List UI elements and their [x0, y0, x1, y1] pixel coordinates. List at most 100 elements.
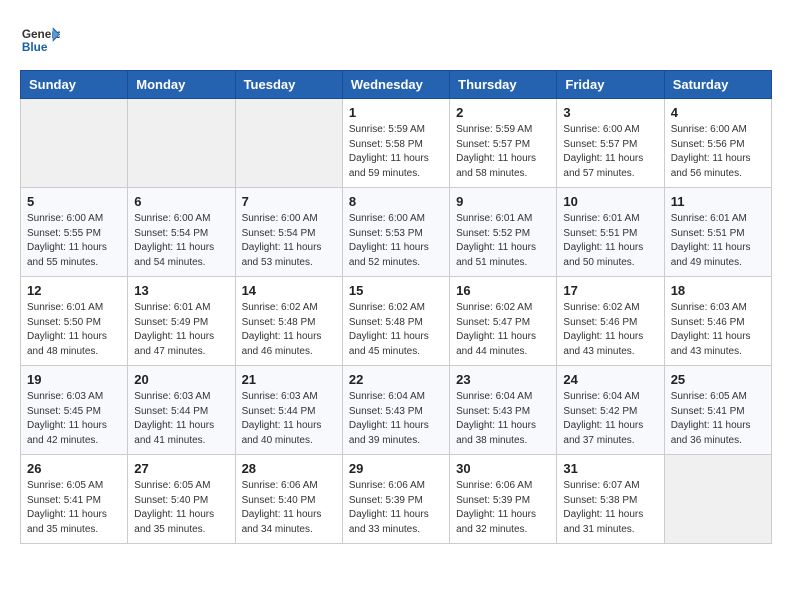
calendar-cell: 28 Sunrise: 6:06 AMSunset: 5:40 PMDayligh…: [235, 455, 342, 544]
calendar-cell: 24 Sunrise: 6:04 AMSunset: 5:42 PMDayligh…: [557, 366, 664, 455]
svg-text:Blue: Blue: [22, 40, 48, 54]
day-info: Sunrise: 6:02 AMSunset: 5:48 PMDaylight:…: [242, 301, 336, 359]
day-number: 16: [456, 283, 550, 298]
calendar-week-5: 26 Sunrise: 6:05 AMSunset: 5:41 PMDayligh…: [21, 455, 772, 544]
weekday-thursday: Thursday: [450, 71, 557, 99]
calendar-cell: 6 Sunrise: 6:00 AMSunset: 5:54 PMDaylight…: [128, 188, 235, 277]
day-info: Sunrise: 5:59 AMSunset: 5:58 PMDaylight:…: [349, 123, 443, 181]
calendar-cell: 31 Sunrise: 6:07 AMSunset: 5:38 PMDayligh…: [557, 455, 664, 544]
day-info: Sunrise: 6:05 AMSunset: 5:41 PMDaylight:…: [27, 479, 121, 537]
calendar-cell: 9 Sunrise: 6:01 AMSunset: 5:52 PMDaylight…: [450, 188, 557, 277]
calendar-cell: 5 Sunrise: 6:00 AMSunset: 5:55 PMDaylight…: [21, 188, 128, 277]
calendar-cell: 23 Sunrise: 6:04 AMSunset: 5:43 PMDayligh…: [450, 366, 557, 455]
calendar-cell: 15 Sunrise: 6:02 AMSunset: 5:48 PMDayligh…: [342, 277, 449, 366]
weekday-wednesday: Wednesday: [342, 71, 449, 99]
calendar-cell: 30Sunrise: 6:06 AMSunset: 5:39 PMDayligh…: [450, 455, 557, 544]
day-info: Sunrise: 6:01 AMSunset: 5:52 PMDaylight:…: [456, 212, 550, 270]
day-number: 25: [671, 372, 765, 387]
page-header: General Blue: [20, 20, 772, 60]
day-info: Sunrise: 6:03 AMSunset: 5:45 PMDaylight:…: [27, 390, 121, 448]
day-number: 19: [27, 372, 121, 387]
calendar-week-4: 19 Sunrise: 6:03 AMSunset: 5:45 PMDayligh…: [21, 366, 772, 455]
calendar-cell: 25 Sunrise: 6:05 AMSunset: 5:41 PMDayligh…: [664, 366, 771, 455]
calendar-cell: 3 Sunrise: 6:00 AMSunset: 5:57 PMDaylight…: [557, 99, 664, 188]
day-number: 12: [27, 283, 121, 298]
day-number: 28: [242, 461, 336, 476]
day-info: Sunrise: 6:02 AMSunset: 5:47 PMDaylight:…: [456, 301, 550, 359]
day-number: 23: [456, 372, 550, 387]
day-number: 3: [563, 105, 657, 120]
day-info: Sunrise: 6:01 AMSunset: 5:50 PMDaylight:…: [27, 301, 121, 359]
day-number: 8: [349, 194, 443, 209]
day-number: 15: [349, 283, 443, 298]
calendar-cell: 8 Sunrise: 6:00 AMSunset: 5:53 PMDaylight…: [342, 188, 449, 277]
day-info: Sunrise: 6:00 AMSunset: 5:54 PMDaylight:…: [242, 212, 336, 270]
calendar-cell: 21 Sunrise: 6:03 AMSunset: 5:44 PMDayligh…: [235, 366, 342, 455]
weekday-saturday: Saturday: [664, 71, 771, 99]
calendar-cell: 1 Sunrise: 5:59 AMSunset: 5:58 PMDaylight…: [342, 99, 449, 188]
day-info: Sunrise: 6:02 AMSunset: 5:48 PMDaylight:…: [349, 301, 443, 359]
day-info: Sunrise: 6:04 AMSunset: 5:42 PMDaylight:…: [563, 390, 657, 448]
day-number: 5: [27, 194, 121, 209]
day-info: Sunrise: 6:05 AMSunset: 5:40 PMDaylight:…: [134, 479, 228, 537]
calendar-table: SundayMondayTuesdayWednesdayThursdayFrid…: [20, 70, 772, 544]
day-info: Sunrise: 6:00 AMSunset: 5:53 PMDaylight:…: [349, 212, 443, 270]
day-info: Sunrise: 6:05 AMSunset: 5:41 PMDaylight:…: [671, 390, 765, 448]
day-number: 18: [671, 283, 765, 298]
calendar-week-2: 5 Sunrise: 6:00 AMSunset: 5:55 PMDaylight…: [21, 188, 772, 277]
day-number: 21: [242, 372, 336, 387]
calendar-cell: 29Sunrise: 6:06 AMSunset: 5:39 PMDayligh…: [342, 455, 449, 544]
day-info: Sunrise: 6:00 AMSunset: 5:54 PMDaylight:…: [134, 212, 228, 270]
day-number: 22: [349, 372, 443, 387]
weekday-header-row: SundayMondayTuesdayWednesdayThursdayFrid…: [21, 71, 772, 99]
weekday-friday: Friday: [557, 71, 664, 99]
day-number: 9: [456, 194, 550, 209]
calendar-cell: [664, 455, 771, 544]
day-info: Sunrise: 6:00 AMSunset: 5:57 PMDaylight:…: [563, 123, 657, 181]
day-info: Sunrise: 6:04 AMSunset: 5:43 PMDaylight:…: [456, 390, 550, 448]
day-info: Sunrise: 5:59 AMSunset: 5:57 PMDaylight:…: [456, 123, 550, 181]
day-info: Sunrise: 6:00 AMSunset: 5:55 PMDaylight:…: [27, 212, 121, 270]
day-number: 14: [242, 283, 336, 298]
calendar-week-3: 12 Sunrise: 6:01 AMSunset: 5:50 PMDayligh…: [21, 277, 772, 366]
calendar-cell: 16 Sunrise: 6:02 AMSunset: 5:47 PMDayligh…: [450, 277, 557, 366]
logo: General Blue: [20, 20, 64, 60]
day-info: Sunrise: 6:00 AMSunset: 5:56 PMDaylight:…: [671, 123, 765, 181]
weekday-sunday: Sunday: [21, 71, 128, 99]
day-number: 7: [242, 194, 336, 209]
calendar-cell: 20 Sunrise: 6:03 AMSunset: 5:44 PMDayligh…: [128, 366, 235, 455]
calendar-cell: 13Sunrise: 6:01 AMSunset: 5:49 PMDayligh…: [128, 277, 235, 366]
day-info: Sunrise: 6:01 AMSunset: 5:49 PMDaylight:…: [134, 301, 228, 359]
day-number: 6: [134, 194, 228, 209]
day-info: Sunrise: 6:03 AMSunset: 5:46 PMDaylight:…: [671, 301, 765, 359]
calendar-cell: [128, 99, 235, 188]
day-number: 24: [563, 372, 657, 387]
day-info: Sunrise: 6:06 AMSunset: 5:40 PMDaylight:…: [242, 479, 336, 537]
calendar-cell: 19 Sunrise: 6:03 AMSunset: 5:45 PMDayligh…: [21, 366, 128, 455]
day-number: 26: [27, 461, 121, 476]
weekday-tuesday: Tuesday: [235, 71, 342, 99]
day-info: Sunrise: 6:07 AMSunset: 5:38 PMDaylight:…: [563, 479, 657, 537]
calendar-week-1: 1 Sunrise: 5:59 AMSunset: 5:58 PMDaylight…: [21, 99, 772, 188]
day-number: 20: [134, 372, 228, 387]
calendar-cell: 17Sunrise: 6:02 AMSunset: 5:46 PMDayligh…: [557, 277, 664, 366]
day-info: Sunrise: 6:06 AMSunset: 5:39 PMDaylight:…: [349, 479, 443, 537]
weekday-monday: Monday: [128, 71, 235, 99]
day-number: 11: [671, 194, 765, 209]
day-number: 4: [671, 105, 765, 120]
day-info: Sunrise: 6:04 AMSunset: 5:43 PMDaylight:…: [349, 390, 443, 448]
calendar-cell: [235, 99, 342, 188]
calendar-cell: 27 Sunrise: 6:05 AMSunset: 5:40 PMDayligh…: [128, 455, 235, 544]
calendar-cell: 18 Sunrise: 6:03 AMSunset: 5:46 PMDayligh…: [664, 277, 771, 366]
day-info: Sunrise: 6:01 AMSunset: 5:51 PMDaylight:…: [563, 212, 657, 270]
calendar-cell: 11 Sunrise: 6:01 AMSunset: 5:51 PMDayligh…: [664, 188, 771, 277]
day-number: 10: [563, 194, 657, 209]
day-number: 1: [349, 105, 443, 120]
day-number: 31: [563, 461, 657, 476]
day-info: Sunrise: 6:03 AMSunset: 5:44 PMDaylight:…: [242, 390, 336, 448]
day-number: 27: [134, 461, 228, 476]
calendar-cell: 10 Sunrise: 6:01 AMSunset: 5:51 PMDayligh…: [557, 188, 664, 277]
day-info: Sunrise: 6:03 AMSunset: 5:44 PMDaylight:…: [134, 390, 228, 448]
day-info: Sunrise: 6:01 AMSunset: 5:51 PMDaylight:…: [671, 212, 765, 270]
day-info: Sunrise: 6:02 AMSunset: 5:46 PMDaylight:…: [563, 301, 657, 359]
